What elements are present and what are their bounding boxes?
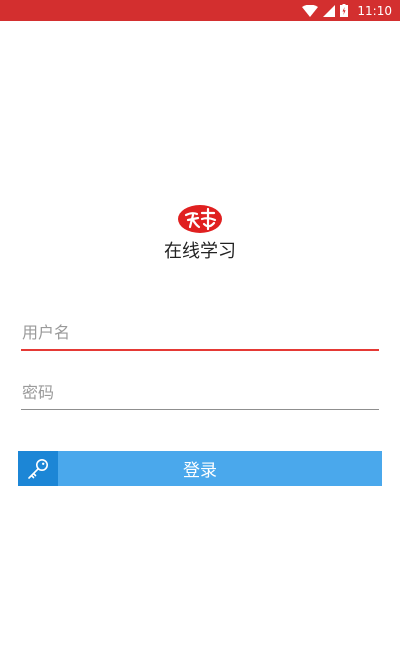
password-field[interactable] xyxy=(21,375,379,410)
login-label: 登录 xyxy=(183,461,217,481)
login-icon-box xyxy=(18,451,58,486)
password-input[interactable] xyxy=(21,375,379,409)
status-bar: 11:10 xyxy=(0,0,400,21)
status-time: 11:10 xyxy=(357,3,392,18)
app-title: 在线学习 xyxy=(164,241,236,262)
battery-charging-icon xyxy=(340,4,349,17)
wifi-icon xyxy=(302,4,319,17)
username-field[interactable] xyxy=(21,315,379,351)
username-input[interactable] xyxy=(21,315,379,349)
status-icons: 11:10 xyxy=(302,0,392,21)
key-icon xyxy=(28,458,48,479)
login-button[interactable]: 登录 xyxy=(18,451,382,486)
brand-logo-icon xyxy=(177,203,223,235)
signal-icon xyxy=(323,4,336,17)
